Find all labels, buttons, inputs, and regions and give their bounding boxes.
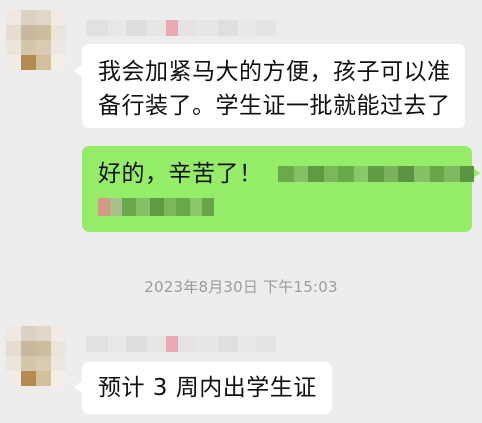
redacted-text-line: [98, 198, 214, 216]
bubble-tail: [74, 64, 83, 78]
message-bubble-sent[interactable]: 好的，辛苦了！: [82, 146, 480, 232]
avatar-mosaic-icon: [6, 326, 66, 386]
sender-name-redacted: [86, 20, 276, 36]
bubble-tail: [74, 380, 83, 394]
redacted-text-line: [278, 166, 474, 182]
message-bubble-received[interactable]: 预计 3 周内出学生证: [74, 362, 332, 414]
avatar-sender-bottom[interactable]: [6, 326, 66, 386]
avatar-sender-top[interactable]: [6, 10, 66, 70]
avatar-mosaic-icon: [6, 10, 66, 70]
message-text: 我会加紧马大的方便，孩子可以准备行装了。学生证一批就能过去了: [98, 59, 451, 119]
message-text: 预计 3 周内出学生证: [98, 375, 317, 401]
chat-timestamp: 2023年8月30日 下午15:03: [144, 278, 338, 296]
sender-name-redacted: [86, 336, 276, 352]
message-bubble-received[interactable]: 我会加紧马大的方便，孩子可以准备行装了。学生证一批就能过去了: [74, 44, 465, 128]
